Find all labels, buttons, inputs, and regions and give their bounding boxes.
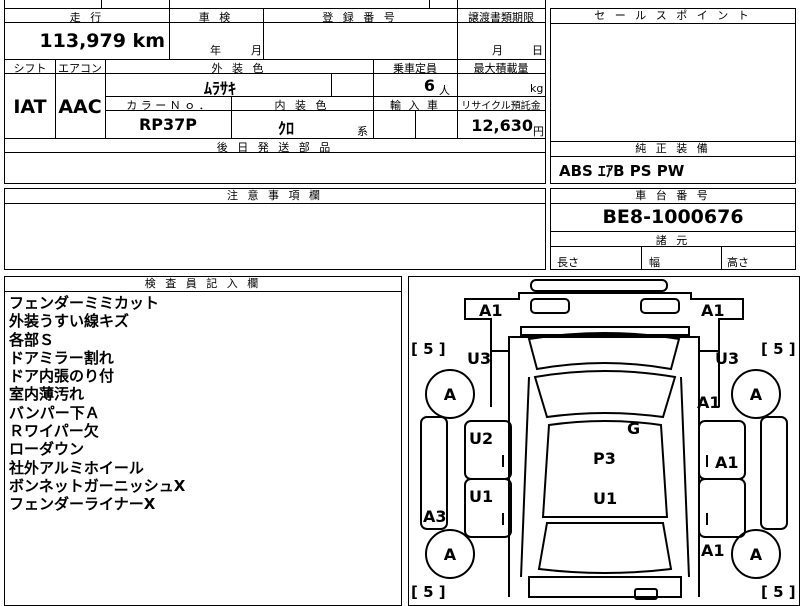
label-bracket-left-top: [ 5 ] — [411, 340, 446, 358]
list-item: フェンダーミミカット — [9, 294, 160, 312]
later-parts-header: 後 日 発 送 部 品 — [216, 141, 334, 154]
list-item: ドアミラー割れ — [9, 348, 114, 367]
interior-value: ｸﾛ — [277, 119, 294, 138]
label-bracket-right-top: [ 5 ] — [761, 340, 796, 358]
label-u3-right: U3 — [715, 349, 740, 368]
sales-point-box: セ ー ル ス ポ イ ン ト — [550, 8, 796, 142]
shift-value: IAT — [13, 96, 47, 118]
label-bracket-left-bottom: [ 5 ] — [411, 583, 446, 601]
height-label: 高さ — [727, 256, 749, 269]
recycle-unit: 円 — [533, 125, 544, 138]
label-g: G — [627, 419, 641, 438]
tire-rear-left: A — [425, 529, 475, 579]
label-a3-left: A3 — [423, 507, 447, 526]
vehicle-diagram: A1 A1 [ 5 ] [ 5 ] U3 U3 A A A1 G U2 P3 A… — [408, 276, 800, 606]
notes-header: 注 意 事 項 欄 — [5, 189, 545, 204]
import-header: 輸 入 車 — [390, 99, 440, 112]
width-label: 幅 — [649, 256, 660, 269]
inspector-header: 検 査 員 記 入 欄 — [5, 277, 401, 292]
inspection-header: 車 検 — [198, 11, 234, 24]
equipment-header: 純 正 装 備 — [551, 142, 795, 157]
label-u3-left: U3 — [467, 349, 492, 368]
tire-front-right: A — [731, 369, 781, 419]
list-item: ドア内張のり付 — [9, 367, 115, 386]
sales-point-header: セ ー ル ス ポ イ ン ト — [551, 9, 795, 24]
recycle-header: リサイクル預託金 — [461, 101, 541, 112]
inspector-box: 検 査 員 記 入 欄 フェンダーミミカット 外装うすい線キズ 各部Ｓ ドアミラ… — [4, 276, 402, 606]
notes-box: 注 意 事 項 欄 — [4, 188, 546, 270]
interior-header: 内 装 色 — [274, 99, 330, 112]
equipment-box: 純 正 装 備 ABS ｴｱB PS PW — [550, 141, 796, 184]
mileage-header: 走 行 — [69, 11, 105, 24]
label-a1-right-rear: A1 — [701, 541, 725, 560]
color-no-header: カ ラ ー Ｎ ｏ ． — [126, 99, 210, 112]
capacity-value: 6 — [423, 76, 435, 95]
load-unit: kg — [530, 82, 544, 95]
tire-rear-right: A — [731, 529, 781, 579]
capacity-header: 乗車定員 — [393, 62, 437, 75]
mileage-value: 113,979 km — [39, 30, 165, 52]
label-a1-right-mid: A1 — [715, 453, 739, 472]
load-header: 最大積載量 — [473, 62, 529, 75]
label-a1-front-left: A1 — [479, 301, 503, 320]
label-bracket-right-bottom: [ 5 ] — [761, 583, 796, 601]
chassis-header: 車 台 番 号 — [551, 189, 795, 204]
chassis-box: 車 台 番 号 BE8-1000676 諸 元 長さ 幅 高さ — [550, 188, 796, 270]
transfer-header: 譲渡書類期限 — [468, 11, 534, 24]
color-no-value: RP37P — [138, 115, 198, 134]
list-item: ローダウン — [9, 440, 85, 459]
list-item: 社外アルミホイール — [9, 458, 144, 477]
inspector-list: フェンダーミミカット 外装うすい線キズ 各部Ｓ ドアミラー割れ ドア内張のり付 … — [9, 294, 185, 514]
tire-front-left: A — [425, 369, 475, 419]
label-a1-right-front: A1 — [697, 393, 721, 412]
label-p3: P3 — [593, 449, 616, 468]
list-item: ボンネットガーニッシュX — [9, 476, 186, 495]
registration-header: 登 録 番 号 — [322, 11, 398, 24]
label-a1-front-right: A1 — [701, 301, 725, 320]
ac-value: AAC — [58, 96, 102, 118]
exterior-header: 外 装 色 — [211, 62, 267, 75]
inspection-month: 月 — [251, 44, 262, 57]
list-item: 外装うすい線キズ — [9, 312, 130, 331]
recycle-value: 12,630 — [471, 116, 533, 135]
label-u1-left: U1 — [469, 487, 494, 506]
chassis-value: BE8-1000676 — [602, 206, 744, 228]
length-label: 長さ — [557, 256, 579, 269]
list-item: バンパー下Ａ — [9, 403, 100, 422]
dims-header: 諸 元 — [655, 234, 691, 247]
label-u1-center: U1 — [593, 489, 618, 508]
inspection-year: 年 — [210, 44, 221, 57]
transfer-month: 月 — [492, 44, 503, 57]
list-item: 室内薄汚れ — [9, 385, 85, 404]
shift-header: シフト — [13, 62, 47, 75]
label-u2-left: U2 — [469, 429, 494, 448]
list-item: 各部Ｓ — [9, 330, 55, 349]
interior-unit: 系 — [357, 125, 368, 138]
equipment-value: ABS ｴｱB PS PW — [559, 162, 685, 180]
list-item: Ｒワイパー欠 — [9, 422, 99, 441]
transfer-day: 日 — [532, 44, 543, 57]
ac-header: エアコン — [58, 62, 102, 75]
list-item: フェンダーライナーX — [9, 495, 156, 514]
vehicle-info-block: 走 行 車 検 登 録 番 号 譲渡書類期限 113,979 km 年 月 月 … — [4, 0, 546, 184]
